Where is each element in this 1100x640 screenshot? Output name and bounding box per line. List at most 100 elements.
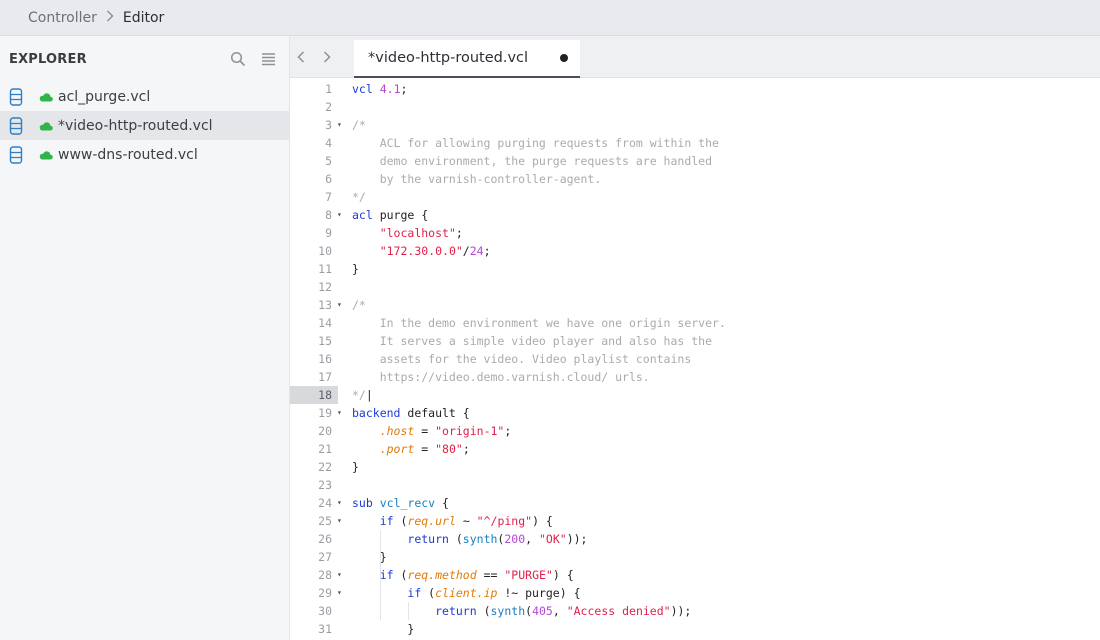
code-text: return (synth(405, "Access denied")); bbox=[352, 602, 691, 620]
line-number: 12 bbox=[318, 280, 332, 294]
file-item-acl-purge[interactable]: acl_purge.vcl bbox=[0, 82, 289, 111]
code-line[interactable]: 11} bbox=[290, 260, 1100, 278]
code-line[interactable]: 18 */| bbox=[290, 386, 1100, 404]
code-text: } bbox=[352, 260, 359, 278]
fold-arrow-icon[interactable]: ▾ bbox=[337, 494, 347, 512]
code-line[interactable]: 30 return (synth(405, "Access denied")); bbox=[290, 602, 1100, 620]
code-line[interactable]: 5 demo environment, the purge requests a… bbox=[290, 152, 1100, 170]
tab-navigation bbox=[290, 36, 338, 78]
code-line[interactable]: 26 return (synth(200, "OK")); bbox=[290, 530, 1100, 548]
code-editor[interactable]: 1 vcl 4.1; 2 3 ▾/* 4 ACL for allowing purging… bbox=[290, 78, 1100, 640]
code-line[interactable]: 17 https://video.demo.varnish.cloud/ url… bbox=[290, 368, 1100, 386]
file-name: acl_purge.vcl bbox=[58, 88, 151, 105]
code-token: | bbox=[365, 388, 373, 402]
code-token: vcl_recv bbox=[379, 496, 436, 510]
unsaved-dot-icon[interactable] bbox=[560, 54, 568, 62]
code-token: https://video.demo.varnish.cloud/ urls. bbox=[352, 370, 650, 384]
fold-arrow-icon[interactable]: ▾ bbox=[337, 116, 347, 134]
breadcrumb-controller[interactable]: Controller bbox=[28, 10, 97, 26]
file-name: *video-http-routed.vcl bbox=[58, 117, 213, 134]
code-token: ( bbox=[393, 568, 408, 582]
code-token: sub bbox=[352, 496, 373, 510]
code-token: ) { bbox=[532, 514, 553, 528]
code-line[interactable]: 4 ACL for allowing purging requests from… bbox=[290, 134, 1100, 152]
code-token: "PURGE" bbox=[504, 568, 553, 582]
line-number: 25 bbox=[318, 514, 332, 528]
code-token: ( bbox=[476, 604, 491, 618]
code-token: by the varnish-controller-agent. bbox=[352, 172, 602, 186]
code-text: backend default { bbox=[352, 404, 470, 422]
line-number: 10 bbox=[318, 244, 332, 258]
code-line[interactable]: 20 .host = "origin-1"; bbox=[290, 422, 1100, 440]
code-text: It serves a simple video player and also… bbox=[352, 332, 712, 350]
code-text: if (req.url ~ "^/ping") { bbox=[352, 512, 553, 530]
code-line[interactable]: 22} bbox=[290, 458, 1100, 476]
code-line[interactable]: 15 It serves a simple video player and a… bbox=[290, 332, 1100, 350]
database-file-icon bbox=[9, 116, 23, 135]
indent-guide bbox=[408, 602, 409, 620]
fold-arrow-icon[interactable]: ▾ bbox=[337, 512, 347, 530]
search-icon[interactable] bbox=[227, 48, 249, 70]
code-text: "localhost"; bbox=[352, 224, 463, 242]
explorer-header: EXPLORER bbox=[0, 36, 289, 82]
cloud-icon bbox=[39, 150, 53, 160]
code-line[interactable]: 28 ▾ if (req.method == "PURGE") { bbox=[290, 566, 1100, 584]
code-text: /* bbox=[352, 116, 366, 134]
code-line[interactable]: 24 ▾ sub vcl_recv { bbox=[290, 494, 1100, 512]
code-text: } bbox=[352, 458, 359, 476]
code-line[interactable]: 31 } bbox=[290, 620, 1100, 638]
code-text: .host = "origin-1"; bbox=[352, 422, 512, 440]
code-text: vcl 4.1; bbox=[352, 80, 407, 98]
fold-arrow-icon[interactable]: ▾ bbox=[337, 404, 347, 422]
line-number: 22 bbox=[318, 460, 332, 474]
file-item-www-dns-routed[interactable]: www-dns-routed.vcl bbox=[0, 140, 289, 169]
code-token: ; bbox=[455, 226, 463, 240]
line-number: 29 bbox=[318, 586, 332, 600]
chevron-left-icon[interactable] bbox=[290, 46, 312, 68]
code-line[interactable]: 16 assets for the video. Video playlist … bbox=[290, 350, 1100, 368]
list-icon[interactable] bbox=[257, 48, 279, 70]
code-text: if (req.method == "PURGE") { bbox=[352, 566, 574, 584]
code-line[interactable]: 9 "localhost"; bbox=[290, 224, 1100, 242]
code-text: /* bbox=[352, 296, 366, 314]
code-line[interactable]: 25 ▾ if (req.url ~ "^/ping") { bbox=[290, 512, 1100, 530]
fold-arrow-icon[interactable]: ▾ bbox=[337, 584, 347, 602]
code-token: = bbox=[414, 442, 436, 456]
code-token: "localhost" bbox=[379, 226, 456, 240]
fold-arrow-icon[interactable]: ▾ bbox=[337, 296, 347, 314]
code-line[interactable]: 8 ▾ acl purge { bbox=[290, 206, 1100, 224]
fold-arrow-icon[interactable]: ▾ bbox=[337, 566, 347, 584]
code-line[interactable]: 3 ▾ /* bbox=[290, 116, 1100, 134]
code-token: ; bbox=[400, 82, 408, 96]
code-line[interactable]: 21 .port = "80"; bbox=[290, 440, 1100, 458]
line-number: 16 bbox=[318, 352, 332, 366]
code-token: { bbox=[435, 496, 449, 510]
code-line[interactable]: 29 ▾ if (client.ip !~ purge) { bbox=[290, 584, 1100, 602]
code-line[interactable]: 6 by the varnish-controller-agent. bbox=[290, 170, 1100, 188]
code-line[interactable]: 13 ▾ /* bbox=[290, 296, 1100, 314]
code-token: ACL for allowing purging requests from w… bbox=[352, 136, 719, 150]
code-line[interactable]: 23 bbox=[290, 476, 1100, 494]
code-token: ; bbox=[504, 424, 512, 438]
code-line[interactable]: 19 ▾ backend default { bbox=[290, 404, 1100, 422]
code-line[interactable]: 1 vcl 4.1; bbox=[290, 80, 1100, 98]
code-line[interactable]: 10 "172.30.0.0"/24; bbox=[290, 242, 1100, 260]
code-text: return (synth(200, "OK")); bbox=[352, 530, 587, 548]
tab-video-http-routed[interactable]: *video-http-routed.vcl bbox=[354, 40, 580, 78]
file-item-video-http-routed[interactable]: *video-http-routed.vcl bbox=[0, 111, 289, 140]
code-line[interactable]: 7 */ bbox=[290, 188, 1100, 206]
code-line[interactable]: 2 bbox=[290, 98, 1100, 116]
code-line[interactable]: 12 bbox=[290, 278, 1100, 296]
code-token: , bbox=[525, 532, 539, 546]
chevron-right-icon[interactable] bbox=[316, 46, 338, 68]
code-line[interactable]: 14 In the demo environment we have one o… bbox=[290, 314, 1100, 332]
code-token: "Access denied" bbox=[566, 604, 671, 618]
code-token: ( bbox=[393, 514, 408, 528]
code-token: "^/ping" bbox=[476, 514, 533, 528]
code-token: /* bbox=[352, 298, 366, 312]
fold-arrow-icon[interactable]: ▾ bbox=[337, 206, 347, 224]
code-text: assets for the video. Video playlist con… bbox=[352, 350, 692, 368]
code-line[interactable]: 27 } bbox=[290, 548, 1100, 566]
